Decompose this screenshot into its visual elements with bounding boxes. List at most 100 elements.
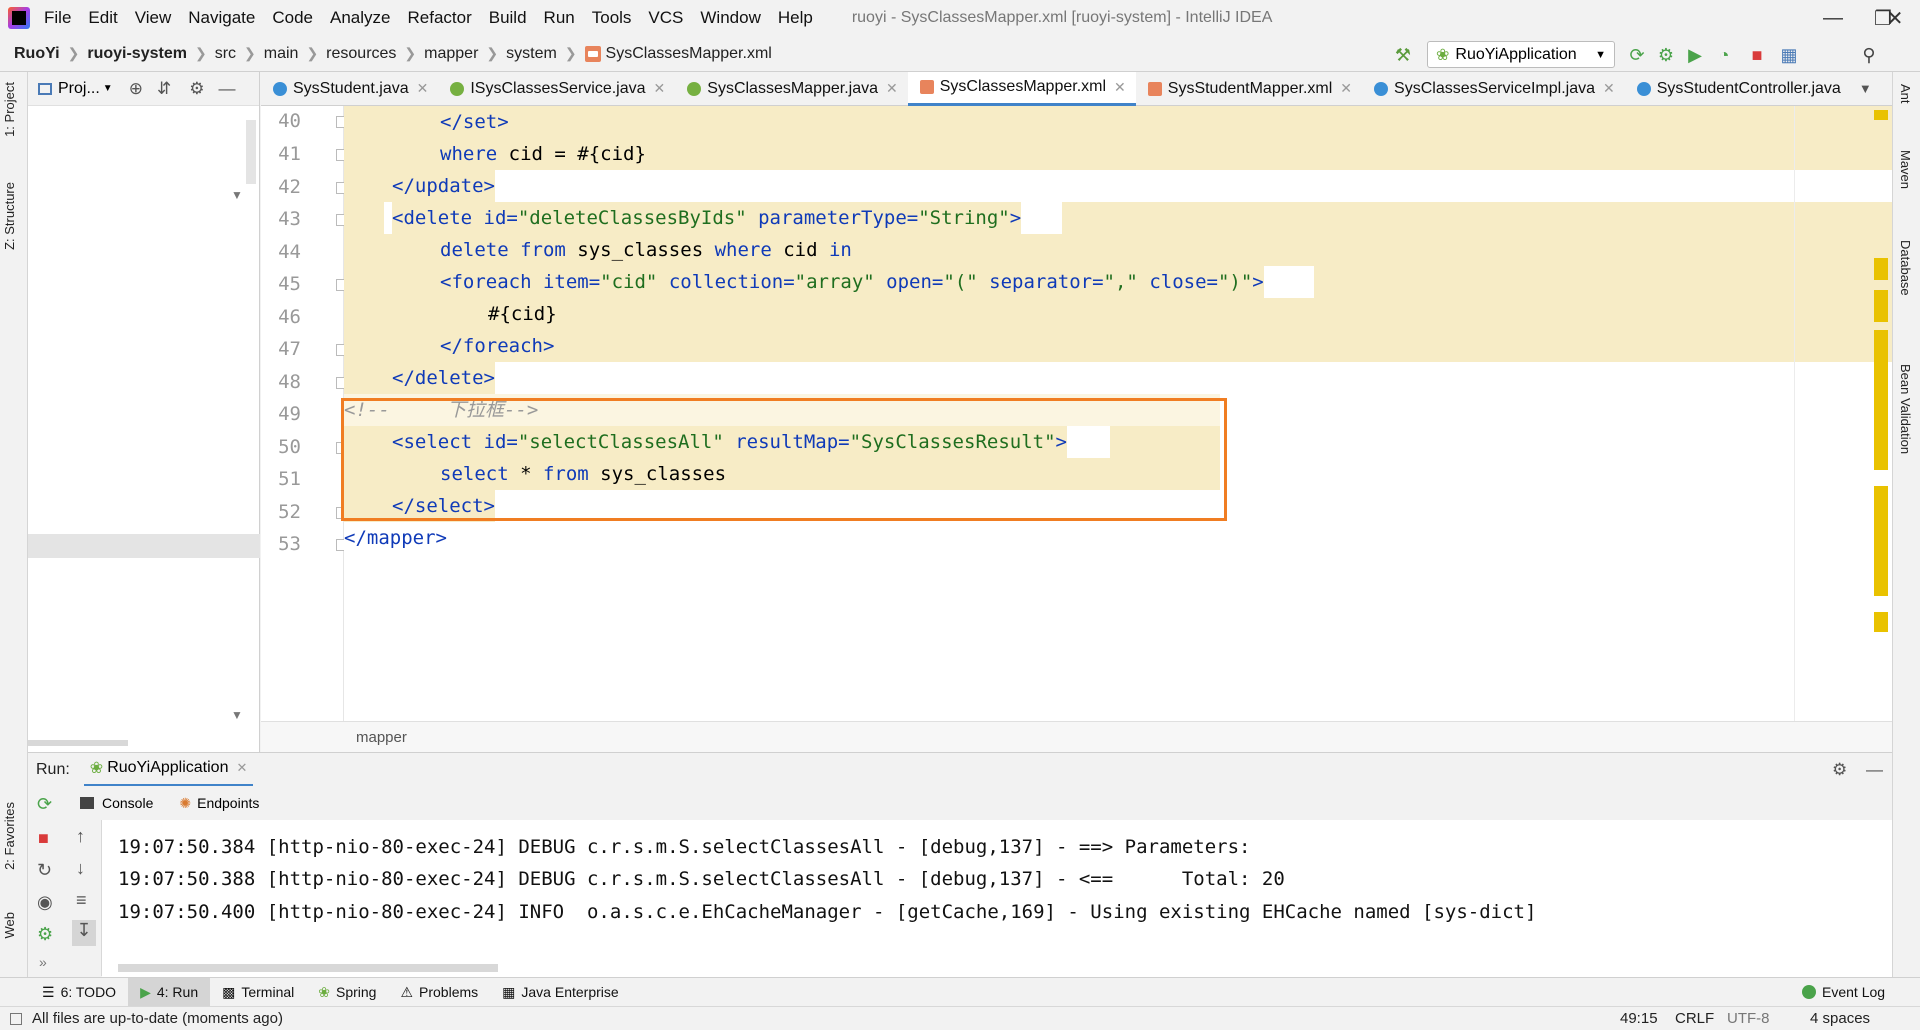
breadcrumb-resources[interactable]: resources — [326, 45, 396, 63]
tab-sysclassesmapper-java[interactable]: SysClassesMapper.java ✕ — [675, 72, 907, 106]
rerun-icon[interactable]: ⟳ — [1626, 44, 1648, 66]
menu-view[interactable]: View — [135, 8, 172, 28]
tab-sysstudentcontroller-java[interactable]: SysStudentController.java — [1625, 72, 1851, 106]
breadcrumb-project[interactable]: RuoYi — [14, 45, 60, 63]
scroll-to-end-icon[interactable]: ↧ — [72, 920, 96, 946]
event-log[interactable]: Event Log — [1790, 978, 1897, 1007]
scroll-marker[interactable] — [1874, 258, 1888, 280]
tab-sysstudentmapper-xml[interactable]: SysStudentMapper.xml ✕ — [1136, 72, 1362, 106]
soft-wrap-icon[interactable]: ≡ — [76, 890, 87, 911]
indent-setting[interactable]: 4 spaces — [1810, 1010, 1870, 1027]
chevron-down-icon[interactable]: ▼ — [1859, 81, 1872, 96]
breadcrumb-main[interactable]: main — [264, 45, 299, 63]
console-h-scrollbar[interactable] — [118, 964, 498, 972]
close-icon[interactable]: ✕ — [417, 80, 429, 97]
project-pane-title[interactable]: Proj... — [58, 80, 100, 98]
menu-code[interactable]: Code — [272, 8, 313, 28]
menu-navigate[interactable]: Navigate — [188, 8, 255, 28]
chevron-down-icon[interactable]: ▼ — [231, 708, 243, 722]
menu-vcs[interactable]: VCS — [648, 8, 683, 28]
menu-help[interactable]: Help — [778, 8, 813, 28]
run-console[interactable]: 19:07:50.384 [http-nio-80-exec-24] DEBUG… — [102, 820, 1892, 977]
menu-build[interactable]: Build — [489, 8, 527, 28]
xml-path-label[interactable]: mapper — [356, 729, 407, 746]
close-icon[interactable]: ✕ — [886, 80, 898, 97]
chevron-down-icon[interactable]: ▼ — [231, 188, 243, 202]
tool-tab-web[interactable]: Web — [2, 912, 17, 939]
run-tab-ruoyiapplication[interactable]: ❀ RuoYiApplication ✕ — [83, 753, 254, 787]
close-window-icon[interactable]: ✕ — [1870, 0, 1920, 36]
profile-icon[interactable]: ◔ — [1713, 44, 1735, 66]
scroll-marker[interactable] — [1874, 330, 1888, 470]
breadcrumb-module[interactable]: ruoyi-system — [87, 45, 187, 63]
tool-tab-bean-validation[interactable]: Bean Validation — [1898, 364, 1913, 454]
close-icon[interactable]: ✕ — [1340, 80, 1352, 97]
tool-todo[interactable]: ☰ 6: TODO — [30, 978, 128, 1007]
tool-tab-structure[interactable]: Z: Structure — [2, 182, 17, 250]
tool-problems[interactable]: ⚠ Problems — [388, 978, 490, 1007]
project-tree-selection[interactable] — [28, 534, 260, 558]
settings-run-icon[interactable]: ⚙ — [37, 924, 53, 945]
project-h-scrollbar[interactable] — [28, 740, 128, 746]
tool-tab-maven[interactable]: Maven — [1898, 150, 1913, 189]
tool-java-enterprise[interactable]: ▦ Java Enterprise — [490, 978, 631, 1007]
close-icon[interactable]: ✕ — [1603, 80, 1615, 97]
project-structure-icon[interactable]: ▦ — [1778, 44, 1800, 66]
tab-sysstudent-java[interactable]: SysStudent.java ✕ — [261, 72, 438, 106]
arrow-up-icon[interactable]: ↑ — [76, 826, 85, 847]
code-editor[interactable]: </set> where cid = #{cid} </update> <del… — [344, 106, 1892, 721]
project-scrollbar[interactable] — [246, 120, 256, 184]
search-icon[interactable]: ⚲ — [1858, 44, 1880, 66]
close-icon[interactable]: ✕ — [1114, 79, 1126, 96]
gear-icon[interactable]: ⚙ — [189, 79, 204, 99]
cursor-position[interactable]: 49:15 — [1620, 1010, 1658, 1027]
tool-tab-ant[interactable]: Ant — [1898, 84, 1913, 104]
breadcrumb-file[interactable]: SysClassesMapper.xml — [606, 45, 772, 63]
menu-run[interactable]: Run — [544, 8, 575, 28]
status-toggle-icon[interactable] — [10, 1012, 22, 1025]
hide-icon[interactable]: — — [1866, 760, 1883, 780]
coverage-icon[interactable]: ▶ — [1684, 44, 1706, 66]
build-hammer-icon[interactable]: ⚒ — [1392, 44, 1414, 66]
chevron-down-icon[interactable]: ▼ — [103, 83, 113, 94]
scroll-marker[interactable] — [1874, 290, 1888, 322]
menu-edit[interactable]: Edit — [88, 8, 117, 28]
scroll-marker[interactable] — [1874, 612, 1888, 632]
console-tab[interactable]: Console — [80, 795, 153, 811]
tool-spring[interactable]: ❀ Spring — [306, 978, 388, 1007]
minimize-icon[interactable]: — — [1808, 0, 1858, 36]
tool-tab-database[interactable]: Database — [1898, 240, 1913, 296]
menu-tools[interactable]: Tools — [592, 8, 632, 28]
debug-bug-icon[interactable]: ⚙ — [1655, 44, 1677, 66]
tab-sysclassesserviceimpl-java[interactable]: SysClassesServiceImpl.java ✕ — [1362, 72, 1625, 106]
hide-icon[interactable]: — — [218, 79, 235, 99]
breadcrumb-system[interactable]: system — [506, 45, 557, 63]
tool-terminal[interactable]: ▩ Terminal — [210, 978, 306, 1007]
more-icon[interactable]: » — [39, 954, 47, 970]
endpoints-tab[interactable]: ✺ Endpoints — [179, 795, 259, 812]
scroll-marker[interactable] — [1874, 110, 1888, 120]
breadcrumb-src[interactable]: src — [215, 45, 236, 63]
menu-refactor[interactable]: Refactor — [407, 8, 471, 28]
collapse-icon[interactable]: ⇵ — [157, 79, 171, 99]
menu-analyze[interactable]: Analyze — [330, 8, 390, 28]
tool-tab-project[interactable]: 1: Project — [2, 82, 17, 137]
tool-run[interactable]: ▶ 4: Run — [128, 977, 211, 1007]
arrow-down-icon[interactable]: ↓ — [76, 858, 85, 879]
stop-icon[interactable]: ■ — [1746, 44, 1768, 66]
file-encoding[interactable]: UTF-8 — [1727, 1010, 1770, 1027]
close-icon[interactable]: ✕ — [654, 80, 666, 97]
rerun-icon[interactable]: ⟳ — [37, 794, 52, 815]
tab-sysclassesmapper-xml[interactable]: SysClassesMapper.xml ✕ — [907, 71, 1136, 106]
restore-layout-icon[interactable]: ↻ — [37, 860, 52, 881]
close-icon[interactable]: ✕ — [236, 760, 247, 776]
stop-icon[interactable]: ■ — [38, 828, 49, 849]
breadcrumb-mapper[interactable]: mapper — [424, 45, 478, 63]
tab-isysclassesservice-java[interactable]: ISysClassesService.java ✕ — [438, 72, 675, 106]
run-configuration-select[interactable]: ❀ RuoYiApplication ▼ — [1427, 41, 1615, 68]
scroll-marker[interactable] — [1874, 486, 1888, 596]
menu-window[interactable]: Window — [700, 8, 760, 28]
menu-file[interactable]: File — [44, 8, 71, 28]
gear-icon[interactable]: ⚙ — [1832, 760, 1847, 780]
line-separator[interactable]: CRLF — [1675, 1010, 1714, 1027]
